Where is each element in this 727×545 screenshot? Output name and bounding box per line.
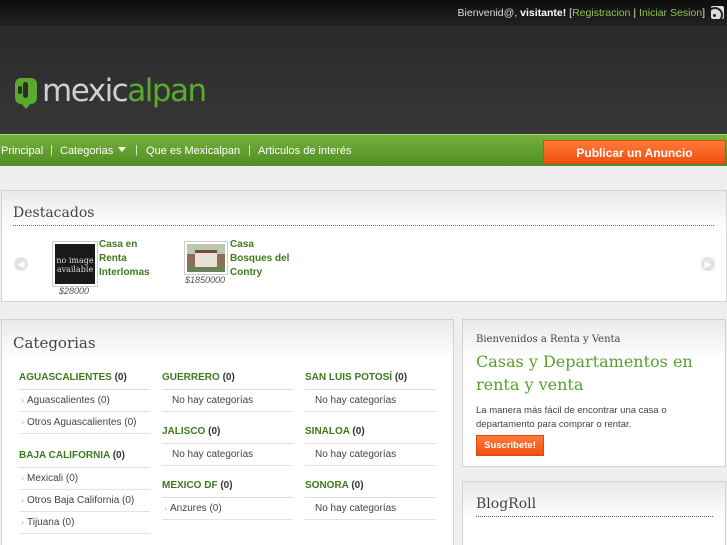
welcome-panel: Bienvenidos a Renta y Venta Casas y Depa… [462,319,726,467]
subcategory-item[interactable]: Anzures (0) [162,498,293,520]
category-heading[interactable]: MEXICO DF (0) [162,476,293,498]
featured-title: Destacados [13,205,95,221]
category-column: AGUASCALIENTES (0) Aguascalientes (0) Ot… [19,368,150,534]
nav-item-categorias[interactable]: Categorias [60,145,127,157]
bracket-close: ] [702,7,705,19]
subcategory-item[interactable]: Otros Aguascalientes (0) [19,412,150,434]
category-column: GUERRERO (0) No hay categorías JALISCO (… [162,368,293,520]
welcome-headline: Casas y Departamentos en renta y venta [476,352,693,394]
house-photo [187,244,225,272]
chevron-down-icon [118,147,127,152]
listing-thumbnail[interactable]: no image available [52,241,98,287]
category-heading[interactable]: AGUASCALIENTES (0) [19,368,150,390]
featured-panel: Destacados ◀ ▶ no image available Casa e… [1,190,727,302]
welcome-subtitle: Bienvenidos a Renta y Venta [476,334,621,345]
listing-title[interactable]: Casa Bosques del Contry [230,238,289,280]
welcome-description: La manera más fácil de encontrar una cas… [476,405,667,430]
site-logo[interactable]: mexicalpan [12,72,207,110]
empty-category-note: No hay categorías [305,390,436,412]
nav-separator: | [135,144,138,156]
subcategory-item[interactable]: Otros Baja California (0) [19,490,150,512]
login-area: Bienvenid@, visitante! [Registracion | I… [458,7,705,19]
blogroll-panel: BlogRoll [462,481,726,545]
nav-item-que-es[interactable]: Que es Mexicalpan [146,145,240,157]
blogroll-title: BlogRoll [476,496,537,512]
listing-title[interactable]: Casa en Renta Interlomas [99,238,150,280]
listing-thumbnail[interactable] [184,241,228,275]
category-heading[interactable]: SAN LUIS POTOSÍ (0) [305,368,436,390]
category-heading[interactable]: GUERRERO (0) [162,368,293,390]
nav-separator: | [248,144,251,156]
register-link[interactable]: Registracion [572,7,630,19]
nav-item-articulos[interactable]: Articulos de interés [258,145,352,157]
no-image-placeholder: no image available [55,244,95,284]
chevron-left-icon[interactable]: ◀ [14,257,28,271]
greeting-text: Bienvenid@, [457,7,518,19]
categories-panel: Categorias AGUASCALIENTES (0) Aguascalie… [1,319,454,545]
top-bar: Bienvenid@, visitante! [Registracion | I… [0,0,727,26]
empty-category-note: No hay categorías [162,444,293,466]
empty-category-note: No hay categorías [305,444,436,466]
subcategory-item[interactable]: Tijuana (0) [19,512,150,534]
divider [13,225,714,226]
cactus-logo-icon [12,72,40,110]
listing-price: $1850000 [185,275,226,285]
login-link[interactable]: Iniciar Sesion [639,7,702,19]
categories-title: Categorias [13,334,96,352]
subcategory-item[interactable]: Aguascalientes (0) [19,390,150,412]
chevron-right-icon[interactable]: ▶ [701,257,715,271]
subscribe-button[interactable]: Suscribete! [476,435,544,456]
nav-separator: | [50,144,53,156]
publish-ad-button[interactable]: Publicar un Anuncio [543,140,726,164]
main-nav: Principal | Categorias | Que es Mexicalp… [0,134,727,166]
nav-item-principal[interactable]: Principal [1,145,43,157]
category-heading[interactable]: JALISCO (0) [162,422,293,444]
rss-icon[interactable] [711,6,724,19]
visitor-name: visitante! [520,7,567,19]
link-divider: | [633,7,637,19]
divider [476,516,713,517]
empty-category-note: No hay categorías [305,498,436,520]
empty-category-note: No hay categorías [162,390,293,412]
site-header: mexicalpan [0,26,727,134]
subcategory-item[interactable]: Mexicali (0) [19,468,150,490]
category-heading[interactable]: SONORA (0) [305,476,436,498]
category-heading[interactable]: BAJA CALIFORNIA (0) [19,446,150,468]
category-heading[interactable]: SINALOA (0) [305,422,436,444]
logo-text: mexicalpan [42,73,207,109]
category-column: SAN LUIS POTOSÍ (0) No hay categorías SI… [305,368,436,520]
listing-price: $28000 [59,286,90,296]
